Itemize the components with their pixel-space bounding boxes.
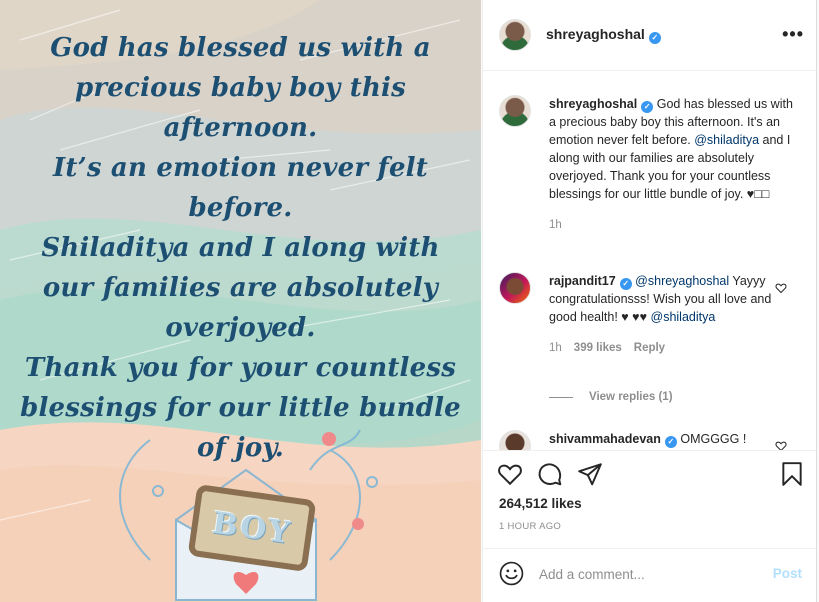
caption-time[interactable]: 1h bbox=[549, 219, 562, 231]
avatar[interactable] bbox=[499, 430, 531, 450]
comment-body: rajpandit17 ✓ @shreyaghoshal Yayyy congra… bbox=[549, 272, 799, 357]
comment-icon[interactable] bbox=[537, 461, 563, 487]
post-image[interactable]: God has blessed us with a precious baby … bbox=[0, 0, 481, 602]
reply-button[interactable]: Reply bbox=[634, 342, 665, 354]
post-actions: 264,512 likes 1 HOUR AGO bbox=[483, 450, 818, 548]
comment-time[interactable]: 1h bbox=[549, 342, 562, 354]
image-text-line: afternoon. bbox=[163, 113, 318, 143]
image-text-line: precious baby boy this bbox=[75, 73, 406, 103]
view-replies-button[interactable]: View replies (1) bbox=[549, 391, 673, 403]
comment-likes[interactable]: 399 likes bbox=[574, 342, 622, 354]
emoji-icon[interactable] bbox=[499, 561, 524, 586]
verified-badge-icon: ✓ bbox=[641, 101, 654, 113]
comments-list[interactable]: shreyaghoshal ✓ God has blessed us with a… bbox=[483, 72, 818, 450]
avatar[interactable] bbox=[499, 19, 531, 51]
more-options-icon[interactable]: ••• bbox=[782, 25, 804, 43]
header-username[interactable]: shreyaghoshal bbox=[546, 26, 645, 42]
post-side-panel: shreyaghoshal ✓ ••• shreyaghoshal ✓ God ha… bbox=[482, 0, 818, 602]
image-text-line: Thank you for your countless bbox=[24, 353, 457, 383]
share-icon[interactable] bbox=[577, 461, 603, 487]
bookmark-icon[interactable] bbox=[779, 461, 805, 487]
image-text-line: blessings for our little bundle bbox=[20, 393, 461, 423]
avatar[interactable] bbox=[499, 272, 531, 304]
add-comment-bar: Post bbox=[483, 548, 818, 602]
comment-mention[interactable]: @shiladitya bbox=[651, 310, 716, 324]
image-text-line: our families are absolutely bbox=[42, 273, 439, 303]
comment-meta: 1h 399 likes Reply bbox=[549, 339, 799, 357]
avatar[interactable] bbox=[499, 95, 531, 127]
comment-text: OMGGGG ! bbox=[680, 432, 747, 446]
caption-body: shreyaghoshal ✓ God has blessed us with a… bbox=[549, 95, 799, 234]
verified-badge-icon: ✓ bbox=[648, 32, 661, 44]
post-button[interactable]: Post bbox=[773, 566, 802, 581]
caption-mention[interactable]: @shiladitya bbox=[694, 133, 759, 147]
image-text-line: It’s an emotion never felt bbox=[53, 153, 428, 183]
post-image-text: God has blessed us with a precious baby … bbox=[0, 28, 481, 468]
image-text-line: Shiladitya and I along with bbox=[41, 233, 440, 263]
comment-username[interactable]: rajpandit17 bbox=[549, 274, 616, 288]
image-text-line: overjoyed. bbox=[165, 313, 316, 343]
comment-mention[interactable]: @shreyaghoshal bbox=[635, 274, 729, 288]
heart-icon[interactable] bbox=[775, 282, 787, 294]
heart-icon[interactable] bbox=[775, 440, 787, 450]
header-user: shreyaghoshal ✓ bbox=[546, 26, 661, 44]
post-timestamp[interactable]: 1 HOUR AGO bbox=[499, 521, 561, 532]
comment-input[interactable] bbox=[539, 561, 759, 587]
image-text-line: of joy. bbox=[197, 433, 284, 463]
heart-icon[interactable] bbox=[497, 461, 523, 487]
likes-count[interactable]: 264,512 likes bbox=[499, 496, 582, 511]
replies-line bbox=[549, 396, 573, 398]
image-text-line: God has blessed us with a bbox=[50, 33, 431, 63]
view-replies-label: View replies (1) bbox=[589, 391, 673, 403]
post-header: shreyaghoshal ✓ ••• bbox=[483, 0, 818, 71]
caption-meta: 1h bbox=[549, 216, 799, 234]
verified-badge-icon: ✓ bbox=[619, 278, 632, 290]
comment-username[interactable]: shivammahadevan bbox=[549, 432, 661, 446]
caption-username[interactable]: shreyaghoshal bbox=[549, 97, 637, 111]
image-text-line: before. bbox=[188, 193, 293, 223]
comment-body: shivammahadevan ✓ OMGGGG ! bbox=[549, 430, 799, 448]
verified-badge-icon: ✓ bbox=[664, 436, 677, 448]
